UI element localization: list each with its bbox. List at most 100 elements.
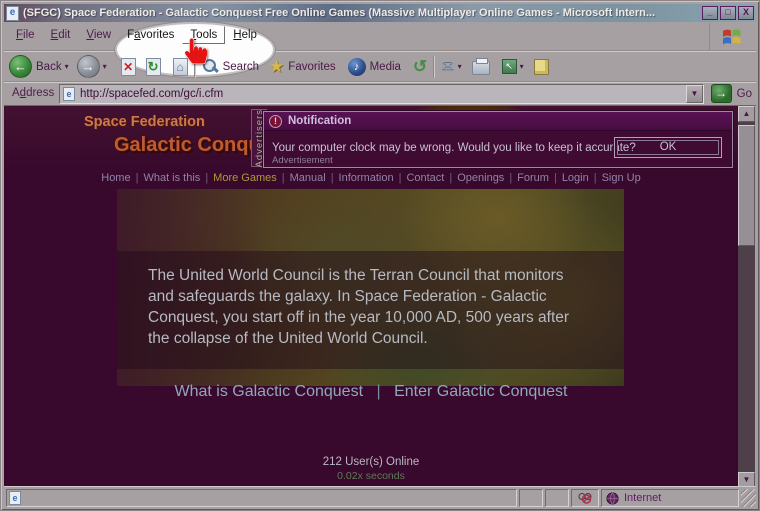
notification-header: ! Notification [264,112,732,131]
back-label: Back [36,61,62,73]
address-url[interactable]: http://spacefed.com/gc/i.cfm [80,88,686,100]
discuss-button[interactable] [534,59,549,75]
vertical-scrollbar[interactable]: ▲ ▼ [738,106,755,488]
nav-link-openings[interactable]: Openings [457,172,504,184]
status-pane [519,489,543,507]
hero-text-panel: The United World Council is the Terran C… [117,251,624,369]
internet-globe-icon [606,492,619,505]
history-button[interactable]: ↺ [413,58,427,75]
advertisement-label: Advertisement [272,155,333,166]
notification-box: ! Notification Your computer clock may b… [263,111,733,168]
scroll-up-icon[interactable]: ▲ [738,106,755,122]
print-button[interactable] [472,58,490,75]
status-bar: e Internet [4,486,756,507]
favorites-label: Favorites [288,61,335,73]
address-dropdown-icon[interactable]: ▼ [686,85,703,103]
go-button[interactable]: → [711,84,732,103]
users-online: 212 User(s) Online [4,456,738,468]
mail-button[interactable]: ✉ ▾ [441,59,461,75]
nav-link-home[interactable]: Home [101,172,130,184]
zone-label: Internet [624,492,661,504]
media-button[interactable]: ♪ Media [348,58,401,76]
ie-icon: e [6,6,19,21]
enter-link[interactable]: Enter Galactic Conquest [394,383,567,400]
back-button[interactable]: ← Back ▾ [9,55,69,78]
address-label: Address [12,87,54,99]
resize-grip[interactable] [741,489,756,507]
back-dropdown-icon[interactable]: ▾ [65,62,69,71]
stop-button[interactable]: ✕ [121,58,136,76]
nav-link-more-games[interactable]: More Games [213,172,277,184]
menu-file[interactable]: File [8,26,43,44]
print-icon [472,61,490,75]
history-icon: ↺ [413,58,427,75]
refresh-icon: ↻ [146,58,161,76]
media-label: Media [370,61,401,73]
minimize-button[interactable]: _ [702,6,718,20]
hand-cursor-icon [185,38,207,64]
links-separator: | [376,383,380,400]
maximize-button[interactable]: □ [720,6,736,20]
load-time: 0.02x seconds [4,470,738,482]
nav-separator: | [331,172,334,184]
nav-link-manual[interactable]: Manual [290,172,326,184]
edit-icon: ↖ [502,59,517,74]
nav-separator: | [509,172,512,184]
title-bar: e (SFGC) Space Federation - Galactic Con… [4,4,756,22]
status-pane [545,489,569,507]
privacy-pane [571,489,599,507]
main-links: What is Galactic Conquest | Enter Galact… [4,383,738,401]
zone-pane: Internet [601,489,739,507]
toolbar: ← Back ▾ → ▾ ✕ ↻ ⌂ Search ★ Favorites ♪ … [4,51,756,82]
address-input[interactable]: e http://spacefed.com/gc/i.cfm ▼ [59,84,704,104]
mail-dropdown-icon[interactable]: ▾ [458,62,462,71]
edit-dropdown-icon[interactable]: ▾ [520,62,524,71]
notification-message: Your computer clock may be wrong. Would … [272,142,636,154]
search-button[interactable]: Search [202,58,259,75]
nav-link-what-is-this[interactable]: What is this [143,172,200,184]
media-globe-icon: ♪ [348,58,366,76]
windows-flag-icon [720,25,744,49]
menu-help[interactable]: Help [225,26,265,44]
go-label[interactable]: Go [737,88,752,100]
ok-button[interactable]: OK [614,137,722,158]
notification-title: Notification [288,115,351,127]
refresh-button[interactable]: ↻ [146,58,161,76]
nav-link-information[interactable]: Information [339,172,394,184]
nav-separator: | [594,172,597,184]
forward-button[interactable]: → ▾ [77,55,107,78]
browser-window: e (SFGC) Space Federation - Galactic Con… [0,0,760,511]
nav-separator: | [554,172,557,184]
nav-link-login[interactable]: Login [562,172,589,184]
menu-edit[interactable]: Edit [43,26,79,44]
menu-favorites[interactable]: Favorites [119,26,182,44]
status-text-pane: e [6,489,517,507]
forward-dropdown-icon[interactable]: ▾ [103,62,107,71]
status-page-icon: e [9,491,21,505]
favorites-button[interactable]: ★ Favorites [269,58,336,75]
nav-link-contact[interactable]: Contact [406,172,444,184]
nav-separator: | [136,172,139,184]
nav-separator: | [449,172,452,184]
page-icon: e [63,87,75,101]
close-button[interactable]: X [738,6,754,20]
menu-bar: File Edit View Favorites Tools Help [4,22,756,51]
edit-button[interactable]: ↖ ▾ [502,59,524,74]
search-label: Search [223,61,259,73]
intro-paragraph: The United World Council is the Terran C… [148,265,593,349]
back-icon: ← [9,55,32,78]
privacy-eye-icon [577,492,593,504]
site-nav: Home | What is this | More Games | Manual | Info… [4,172,738,184]
scrollbar-thumb[interactable] [738,125,755,246]
menu-view[interactable]: View [78,26,119,44]
mail-icon: ✉ [441,59,454,75]
what-is-link[interactable]: What is Galactic Conquest [174,383,363,400]
site-logo-line1: Space Federation [84,114,205,130]
favorites-star-icon: ★ [269,58,284,75]
note-icon [534,59,549,75]
hero-planet-image: The United World Council is the Terran C… [117,189,624,386]
nav-link-forum[interactable]: Forum [517,172,549,184]
nav-link-sign-up[interactable]: Sign Up [602,172,641,184]
nav-separator: | [399,172,402,184]
nav-separator: | [282,172,285,184]
